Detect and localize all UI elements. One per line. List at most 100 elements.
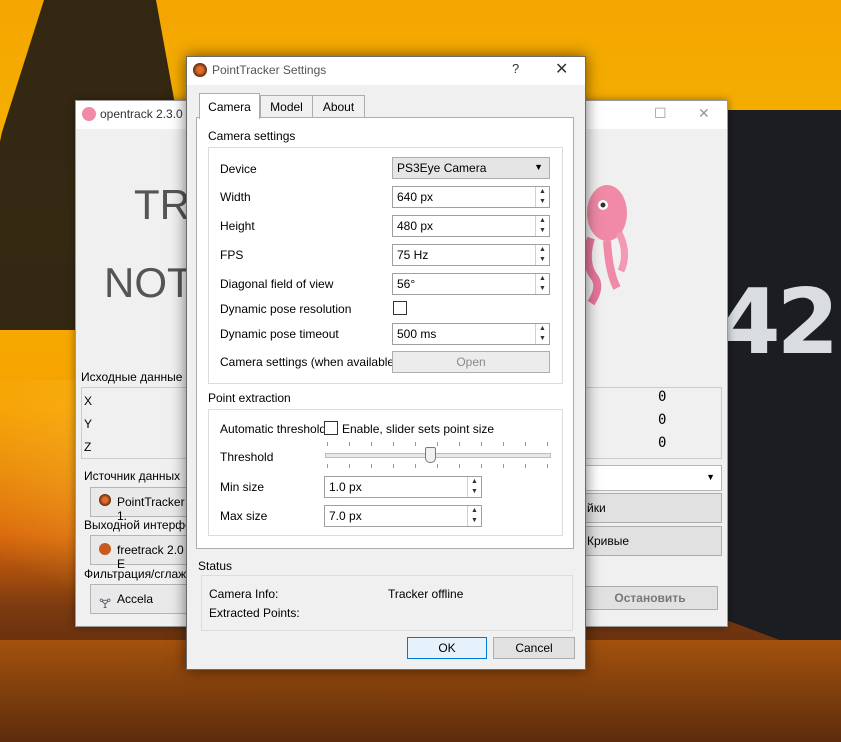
ok-button[interactable]: OK <box>407 637 487 659</box>
filter-value: Accela <box>117 592 154 606</box>
tab-camera[interactable]: Camera <box>199 93 260 119</box>
octopus-logo <box>583 185 628 306</box>
maximize-icon[interactable]: ☐ <box>654 105 667 122</box>
height-spinbox[interactable]: 480 px ▲ ▼ <box>392 215 550 237</box>
dynamic-pose-resolution-checkbox[interactable] <box>393 301 407 315</box>
spin-arrows[interactable]: ▲ ▼ <box>535 216 549 236</box>
arrow-up-icon[interactable]: ▲ <box>536 187 549 197</box>
width-label: Width <box>220 190 251 204</box>
output-combo[interactable]: freetrack 2.0 E <box>90 535 192 571</box>
max-size-spinbox[interactable]: 7.0 px ▲ ▼ <box>324 505 482 527</box>
tab-about[interactable]: About <box>312 95 365 118</box>
fps-value: 75 Hz <box>397 248 429 262</box>
arrow-down-icon[interactable]: ▼ <box>536 226 549 236</box>
spin-arrows[interactable]: ▲ ▼ <box>535 274 549 294</box>
fov-spinbox[interactable]: 56° ▲ ▼ <box>392 273 550 295</box>
output-values-box <box>582 387 722 459</box>
arrow-down-icon[interactable]: ▼ <box>536 255 549 265</box>
pointtracker-icon <box>99 494 111 506</box>
dynamic-pose-timeout-value: 500 ms <box>397 327 437 341</box>
slider-tick <box>459 464 460 468</box>
threshold-slider-handle[interactable] <box>425 447 437 463</box>
curves-button[interactable]: Кривые <box>582 526 722 556</box>
slider-tick <box>349 442 350 446</box>
camera-info-label: Camera Info: <box>209 587 279 601</box>
settings-button-label: йки <box>587 501 606 515</box>
chevron-down-icon: ▼ <box>534 162 543 172</box>
arrow-down-icon[interactable]: ▼ <box>536 334 549 344</box>
arrow-up-icon[interactable]: ▲ <box>536 216 549 226</box>
min-size-spinbox[interactable]: 1.0 px ▲ ▼ <box>324 476 482 498</box>
close-icon[interactable]: ✕ <box>555 59 568 79</box>
automatic-threshold-checkbox-label[interactable]: Enable, slider sets point size <box>342 422 494 436</box>
fov-value: 56° <box>397 277 416 291</box>
automatic-threshold-label: Automatic threshold <box>220 422 327 436</box>
device-label: Device <box>220 162 257 176</box>
curves-button-label: Кривые <box>587 534 630 548</box>
arrow-up-icon[interactable]: ▲ <box>468 506 481 516</box>
arrow-up-icon[interactable]: ▲ <box>536 245 549 255</box>
arrow-down-icon[interactable]: ▼ <box>536 197 549 207</box>
spin-arrows[interactable]: ▲ ▼ <box>535 187 549 207</box>
max-size-value: 7.0 px <box>329 509 362 523</box>
dialog-title: PointTracker Settings <box>212 63 327 77</box>
filter-icon: 🝖 <box>99 596 112 611</box>
raw-data-label: Исходные данные <box>81 370 183 384</box>
arrow-down-icon[interactable]: ▼ <box>536 284 549 294</box>
slider-tick <box>415 442 416 446</box>
input-label: Источник данных <box>84 469 181 483</box>
threshold-slider-track[interactable] <box>325 453 551 458</box>
axis-y-label: Y <box>84 417 93 431</box>
arrow-up-icon[interactable]: ▲ <box>536 274 549 284</box>
camera-settings-title: Camera settings <box>208 129 296 143</box>
arrow-up-icon[interactable]: ▲ <box>536 324 549 334</box>
tail-number: 42 <box>718 270 839 375</box>
filter-combo[interactable]: 🝖 Accela <box>90 584 192 614</box>
dialog-title-bar: PointTracker Settings ? ✕ <box>187 57 585 85</box>
close-icon[interactable]: ✕ <box>698 105 710 122</box>
profile-combo[interactable]: ▼ <box>582 465 722 491</box>
open-camera-settings-button[interactable]: Open <box>392 351 550 373</box>
width-value: 640 px <box>397 190 434 204</box>
slider-tick <box>547 464 548 468</box>
spin-arrows[interactable]: ▲ ▼ <box>535 245 549 265</box>
help-button[interactable]: ? <box>512 61 519 76</box>
dynamic-pose-resolution-label: Dynamic pose resolution <box>220 302 352 316</box>
slider-tick <box>481 464 482 468</box>
raw-data-box: X Y Z <box>81 387 193 459</box>
slider-tick <box>525 442 526 446</box>
tab-model[interactable]: Model <box>260 95 313 118</box>
main-window-title: opentrack 2.3.0 :: <box>100 107 193 121</box>
min-size-value: 1.0 px <box>329 480 362 494</box>
slider-tick <box>393 442 394 446</box>
width-spinbox[interactable]: 640 px ▲ ▼ <box>392 186 550 208</box>
axis-x-label: X <box>84 394 93 408</box>
arrow-down-icon[interactable]: ▼ <box>468 487 481 497</box>
fps-spinbox[interactable]: 75 Hz ▲ ▼ <box>392 244 550 266</box>
status-title: Status <box>198 559 233 573</box>
automatic-threshold-checkbox[interactable] <box>324 421 338 435</box>
device-combo[interactable]: PS3Eye Camera ▼ <box>392 157 550 179</box>
cancel-button[interactable]: Cancel <box>493 637 575 659</box>
spin-arrows[interactable]: ▲ ▼ <box>467 506 481 526</box>
arrow-up-icon[interactable]: ▲ <box>468 477 481 487</box>
arrow-down-icon[interactable]: ▼ <box>468 516 481 526</box>
spin-arrows[interactable]: ▲ ▼ <box>467 477 481 497</box>
output-value-2: 0 <box>658 412 667 428</box>
max-size-label: Max size <box>220 509 268 523</box>
tracking-status-line2: NOT <box>104 259 193 306</box>
stop-button-label: Остановить <box>614 591 686 605</box>
input-combo[interactable]: PointTracker 1. <box>90 487 192 523</box>
point-extraction-title: Point extraction <box>208 391 291 405</box>
slider-tick <box>481 442 482 446</box>
spin-arrows[interactable]: ▲ ▼ <box>535 324 549 344</box>
slider-tick <box>415 464 416 468</box>
height-label: Height <box>220 219 255 233</box>
filter-label: Фильтрация/сглажи <box>84 567 193 581</box>
dynamic-pose-timeout-spinbox[interactable]: 500 ms ▲ ▼ <box>392 323 550 345</box>
settings-button[interactable]: йки <box>582 493 722 523</box>
stop-button[interactable]: Остановить <box>582 586 718 610</box>
slider-tick <box>437 442 438 446</box>
slider-tick <box>371 464 372 468</box>
opentrack-octopus-icon <box>82 107 96 121</box>
